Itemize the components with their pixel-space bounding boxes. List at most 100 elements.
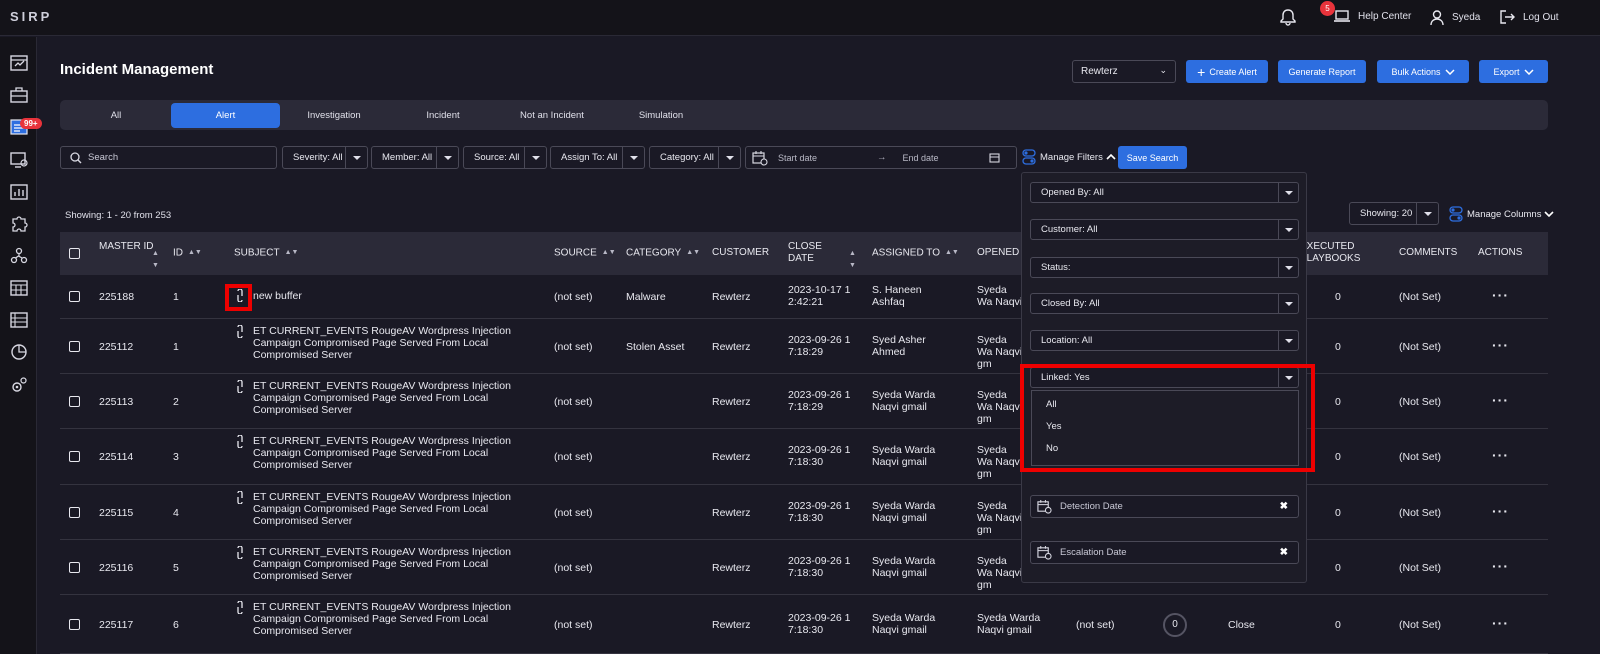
master-id-cell[interactable]: 225115 [99, 507, 133, 519]
subject-cell[interactable]: ET CURRENT_EVENTS RougeAV Wordpress Inje… [253, 435, 523, 471]
linked-option-all[interactable]: All [1046, 399, 1057, 410]
master-id-cell[interactable]: 225116 [99, 562, 133, 574]
linked-option-yes[interactable]: Yes [1046, 421, 1062, 432]
page-size-select[interactable]: Showing: 20 [1349, 202, 1439, 225]
subject-cell[interactable]: ET CURRENT_EVENTS RougeAV Wordpress Inje… [253, 601, 523, 637]
tab-simulation[interactable]: Simulation [608, 103, 714, 128]
laptop-icon [1334, 10, 1350, 22]
row-actions-menu-icon[interactable]: ··· [1492, 558, 1509, 574]
row-checkbox[interactable] [69, 340, 80, 352]
bulk-actions-button[interactable]: Bulk Actions [1377, 60, 1469, 83]
status-filter[interactable]: Status: [1030, 257, 1299, 278]
user-menu[interactable]: Syeda [1430, 10, 1480, 25]
column-header-assigned-to[interactable]: ASSIGNED TO ▲▼ [872, 247, 959, 260]
escalation-date-picker[interactable]: Escalation Date ✖ [1030, 541, 1299, 564]
source-filter[interactable]: Source: All [463, 146, 547, 169]
briefcase-icon[interactable] [9, 85, 29, 105]
master-id-cell[interactable]: 225188 [99, 291, 134, 303]
row-checkbox[interactable] [69, 451, 80, 462]
master-id-cell[interactable]: 225114 [99, 451, 133, 463]
assign-to-filter[interactable]: Assign To: All [550, 146, 645, 169]
member-filter[interactable]: Member: All [371, 146, 459, 169]
calendar-grid-icon[interactable] [9, 278, 29, 298]
tab-investigation[interactable]: Investigation [282, 103, 386, 128]
sort-icon: ▲▼ [849, 250, 856, 269]
server-list-icon[interactable] [9, 310, 29, 330]
column-header-subject[interactable]: SUBJECT ▲▼ [234, 247, 298, 260]
table-row[interactable]: 225113 2 ET CURRENT_EVENTS RougeAV Wordp… [60, 374, 1548, 429]
severity-filter-label: Severity: All [293, 152, 343, 163]
save-search-button[interactable]: Save Search [1118, 146, 1187, 169]
row-checkbox[interactable] [69, 561, 80, 573]
export-button[interactable]: Export [1479, 60, 1548, 83]
manage-filters-toggle[interactable]: Manage Filters [1022, 149, 1116, 165]
linked-option-no[interactable]: No [1046, 443, 1058, 454]
subject-cell[interactable]: ET CURRENT_EVENTS RougeAV Wordpress Inje… [253, 325, 523, 361]
detection-date-picker[interactable]: Detection Date ✖ [1030, 495, 1299, 518]
table-row[interactable]: 225114 3 ET CURRENT_EVENTS RougeAV Wordp… [60, 429, 1548, 485]
customer-filter[interactable]: Customer: All [1030, 219, 1299, 240]
tab-all[interactable]: All [63, 103, 169, 128]
row-checkbox[interactable] [69, 506, 80, 518]
source-cell: (not set) [554, 618, 593, 631]
linked-filter[interactable]: Linked: Yes [1030, 367, 1299, 388]
date-range-picker[interactable]: Start date → End date [745, 146, 1017, 169]
column-header-source[interactable]: SOURCE ▲▼ [554, 247, 616, 260]
manage-columns-toggle[interactable]: Manage Columns [1449, 206, 1555, 222]
pie-chart-icon[interactable] [9, 342, 29, 362]
row-checkbox[interactable] [69, 291, 80, 302]
tab-not-an-incident[interactable]: Not an Incident [500, 103, 604, 128]
opened-by-filter[interactable]: Opened By: All [1030, 182, 1299, 203]
source-cell: (not set) [554, 451, 593, 463]
table-row[interactable]: 225116 5 ET CURRENT_EVENTS RougeAV Wordp… [60, 540, 1548, 595]
location-filter[interactable]: Location: All [1030, 330, 1299, 351]
closed-by-filter[interactable]: Closed By: All [1030, 293, 1299, 314]
severity-filter[interactable]: Severity: All [282, 146, 368, 169]
opened-by-cell: Syeda Warda Naqvi gmail [977, 611, 1041, 636]
row-actions-menu-icon[interactable]: ··· [1492, 337, 1509, 353]
clear-icon[interactable]: ✖ [1280, 501, 1288, 512]
row-actions-menu-icon[interactable]: ··· [1492, 287, 1509, 303]
category-filter[interactable]: Category: All [649, 146, 741, 169]
select-all-checkbox[interactable] [69, 248, 80, 259]
table-row[interactable]: 225117 6 ET CURRENT_EVENTS RougeAV Wordp… [60, 595, 1548, 654]
bell-icon[interactable] [1280, 8, 1296, 29]
monitor-alert-icon[interactable] [9, 150, 29, 170]
logout-link[interactable]: Log Out [1500, 10, 1559, 24]
row-checkbox[interactable] [69, 395, 80, 407]
column-header-category[interactable]: CATEGORY ▲▼ [626, 247, 700, 260]
table-row[interactable]: 225115 4 ET CURRENT_EVENTS RougeAV Wordp… [60, 485, 1548, 540]
master-id-cell[interactable]: 225113 [99, 396, 133, 408]
subject-cell[interactable]: ET CURRENT_EVENTS RougeAV Wordpress Inje… [253, 546, 523, 582]
row-actions-menu-icon[interactable]: ··· [1492, 447, 1509, 463]
subject-cell[interactable]: new buffer [253, 290, 523, 302]
close-date-cell: 2023-09-26 1 7:18:29 [788, 388, 851, 413]
settings-gears-icon[interactable] [9, 375, 29, 395]
help-center-link[interactable]: Help Center [1334, 10, 1411, 23]
clear-icon[interactable]: ✖ [1280, 547, 1288, 558]
reports-icon[interactable] [9, 182, 29, 202]
row-checkbox[interactable] [69, 618, 80, 630]
puzzle-icon[interactable] [9, 214, 29, 234]
column-header-id[interactable]: ID ▲▼ [173, 247, 202, 260]
table-row[interactable]: 225112 1 ET CURRENT_EVENTS RougeAV Wordp… [60, 319, 1548, 374]
tab-incident[interactable]: Incident [390, 103, 496, 128]
generate-report-button[interactable]: Generate Report [1278, 60, 1366, 83]
network-icon[interactable] [9, 246, 29, 266]
dashboard-icon[interactable] [9, 53, 29, 73]
search-input[interactable]: Search [60, 146, 277, 169]
create-alert-button[interactable]: + Create Alert [1186, 60, 1268, 83]
column-header-close-date[interactable]: CLOSE DATE ▲ ▼ [788, 241, 856, 269]
subject-cell[interactable]: ET CURRENT_EVENTS RougeAV Wordpress Inje… [253, 491, 523, 527]
master-id-cell[interactable]: 225117 [99, 619, 133, 631]
organization-select[interactable]: Rewterz ⌄ [1072, 60, 1176, 83]
table-row[interactable]: 225188 1 new buffer (not set) Malware Re… [60, 275, 1548, 319]
master-id-cell[interactable]: 225112 [99, 341, 133, 353]
subject-cell[interactable]: ET CURRENT_EVENTS RougeAV Wordpress Inje… [253, 380, 523, 416]
row-actions-menu-icon[interactable]: ··· [1492, 392, 1509, 408]
column-header-master-id[interactable]: MASTER ID ▲ ▼ [99, 241, 159, 269]
row-actions-menu-icon[interactable]: ··· [1492, 615, 1509, 631]
row-actions-menu-icon[interactable]: ··· [1492, 503, 1509, 519]
notification-count-badge: 5 [1320, 1, 1335, 16]
tab-alert[interactable]: Alert [171, 103, 280, 128]
